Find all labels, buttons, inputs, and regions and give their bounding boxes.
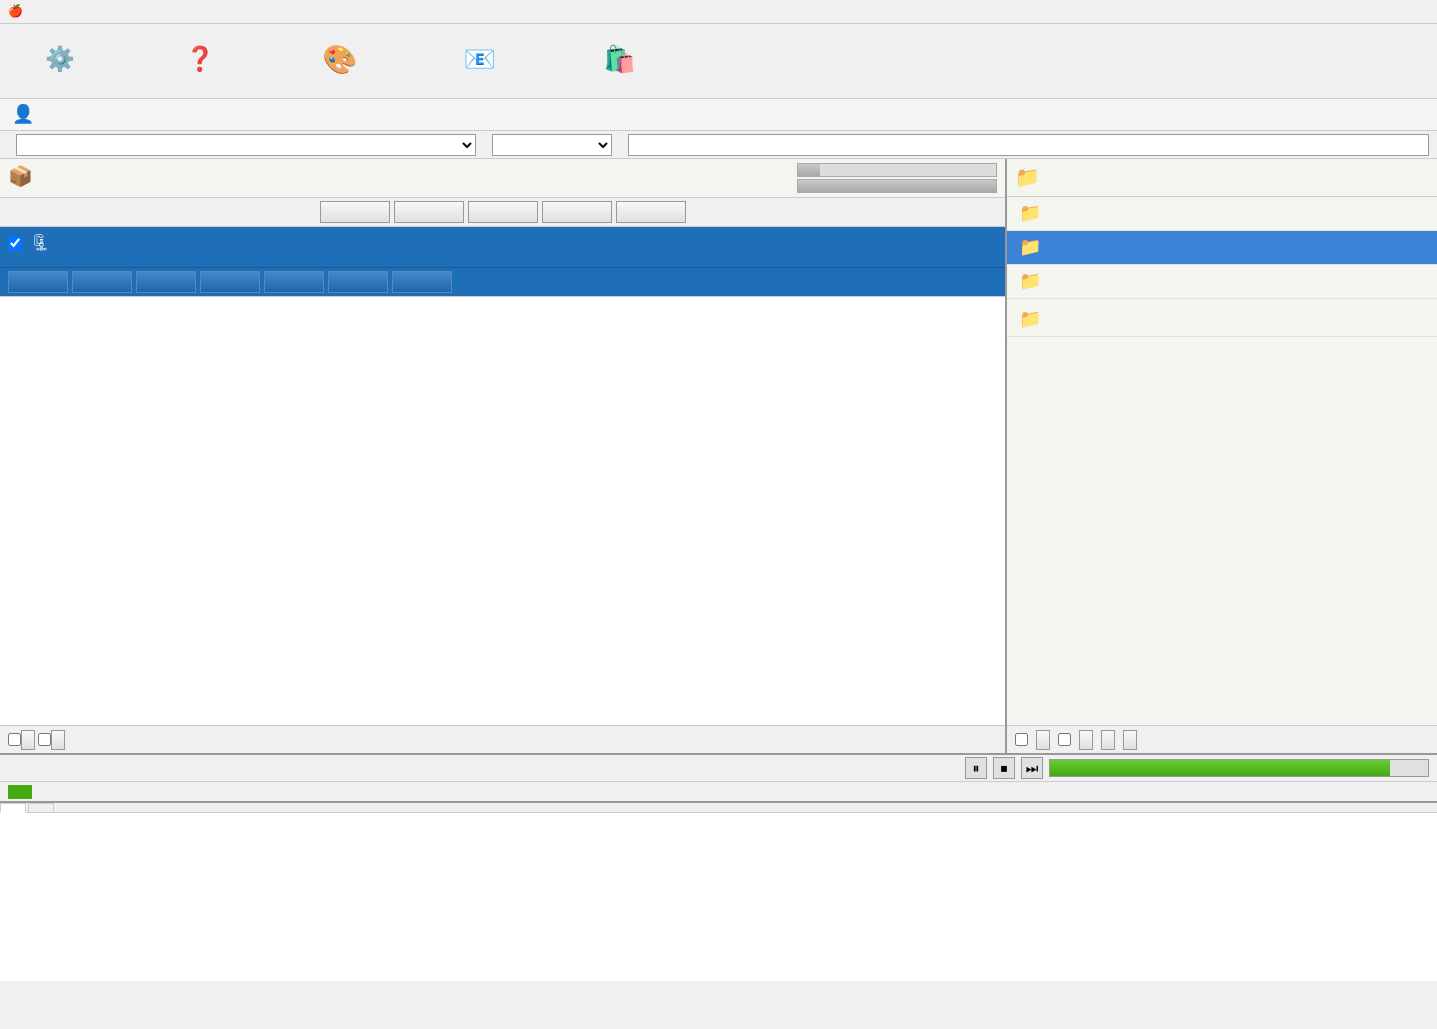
app-action-bar [0, 267, 1005, 297]
filter-input-right[interactable] [628, 134, 1429, 156]
apps-header: 📦 [0, 159, 1005, 198]
buy-icon: 🛍️ [602, 41, 638, 77]
info-bar: 👤 [0, 99, 1437, 131]
capture-pause-button[interactable]: ⏸ [965, 757, 987, 779]
uninstall-button[interactable] [468, 201, 538, 223]
right-mark-all-checkbox[interactable] [1015, 733, 1028, 746]
app-capture-button[interactable] [328, 271, 388, 293]
capture-bar: ⏸ ⏹ ⏭ [0, 753, 1437, 781]
unmark-all-checkbox[interactable] [38, 733, 51, 746]
items-progress-bar [797, 179, 997, 193]
settings-toolbar-item[interactable]: ⚙️ [20, 41, 100, 81]
right-unmark-all-checkbox[interactable] [1058, 733, 1071, 746]
mark-all-checkbox[interactable] [8, 733, 21, 746]
tab-previous-sessions[interactable] [28, 803, 54, 812]
right-mark-all-button[interactable] [1036, 730, 1050, 750]
selected-app-header: 🗜 [8, 233, 997, 257]
log-content [0, 813, 1437, 981]
tab-current-session[interactable] [0, 803, 26, 813]
pickmapp-icon: 📁 [1019, 203, 1041, 224]
settings-icon: ⚙️ [42, 41, 78, 77]
support-toolbar-item[interactable]: 📧 [440, 41, 520, 81]
stop-button[interactable] [320, 201, 390, 223]
app-icon: 🍎 [8, 4, 24, 20]
test1-icon: 📁 [1019, 271, 1041, 292]
filter-dropdown[interactable] [16, 134, 476, 156]
right-bottom-bar [1007, 725, 1437, 753]
filter-bar [0, 131, 1437, 159]
collection-test1[interactable]: 📁 [1007, 265, 1437, 299]
about-icon: 🎨 [322, 41, 358, 77]
toolbar: ⚙️ ❓ 🎨 📧 🛍️ [0, 24, 1437, 99]
small-progress-fill [8, 785, 32, 799]
right-panel-header-icon: 📁 [1015, 165, 1040, 190]
add-profile-button[interactable] [1101, 730, 1115, 750]
app-info-link[interactable] [8, 259, 997, 261]
app-start-button[interactable] [8, 271, 68, 293]
capture-stop-button[interactable]: ⏹ [993, 757, 1015, 779]
title-bar: 🍎 [0, 0, 1437, 24]
right-panel-spacer [1007, 337, 1437, 725]
collection-pickmapp-collection[interactable]: 📁 [1007, 231, 1437, 265]
app-list [0, 297, 1005, 725]
storage-progress-fill [798, 164, 820, 176]
selected-app-checkbox[interactable] [8, 236, 22, 250]
mark-all-button[interactable] [21, 730, 35, 750]
right-panel: 📁 📁 📁 📁 📁 [1007, 159, 1437, 753]
items-progress-fill [798, 180, 996, 192]
app-relocate-button[interactable] [264, 271, 324, 293]
capture-progress-fill [1050, 760, 1390, 776]
apps-header-stats [797, 163, 997, 193]
selected-app-row: 🗜 [0, 227, 1005, 267]
apps-header-icon: 📦 [8, 164, 36, 192]
app-repair-button[interactable] [392, 271, 452, 293]
app-uninstall-button[interactable] [200, 271, 260, 293]
selected-app-icon: 🗜 [30, 233, 50, 253]
help-toolbar-item[interactable]: ❓ [160, 41, 240, 81]
app-upgrade-button[interactable] [136, 271, 196, 293]
upgrade-button[interactable] [394, 201, 464, 223]
about-toolbar-item[interactable]: 🎨 [300, 41, 380, 81]
right-unmark-all-button[interactable] [1079, 730, 1093, 750]
app-stop-button[interactable] [72, 271, 132, 293]
unmark-all-button[interactable] [51, 730, 65, 750]
collection-pickmapp[interactable]: 📁 [1007, 197, 1437, 231]
support-icon: 📧 [462, 41, 498, 77]
log-area [0, 801, 1437, 981]
buy-toolbar-item[interactable]: 🛍️ [580, 41, 660, 81]
capture-progress-bar [1049, 759, 1429, 777]
help-icon: ❓ [182, 41, 218, 77]
top-action-bar [0, 198, 1005, 227]
right-panel-header: 📁 [1007, 159, 1437, 197]
sort-dropdown[interactable] [492, 134, 612, 156]
left-bottom-bar [0, 725, 1005, 753]
capture-button[interactable] [616, 201, 686, 223]
hide-inactive-button[interactable] [1123, 730, 1137, 750]
collection-test2[interactable]: 📁 [1007, 303, 1437, 337]
main-area: 📦 [0, 159, 1437, 753]
capture-skip-button[interactable]: ⏭ [1021, 757, 1043, 779]
small-progress-bar [0, 781, 1437, 801]
storage-progress-bar [797, 163, 997, 177]
left-panel: 📦 [0, 159, 1007, 753]
log-tabs [0, 803, 1437, 813]
info-icon: 👤 [12, 104, 34, 125]
pickmapp-collection-icon: 📁 [1019, 237, 1041, 258]
test2-icon: 📁 [1019, 309, 1041, 330]
relocate-button[interactable] [542, 201, 612, 223]
